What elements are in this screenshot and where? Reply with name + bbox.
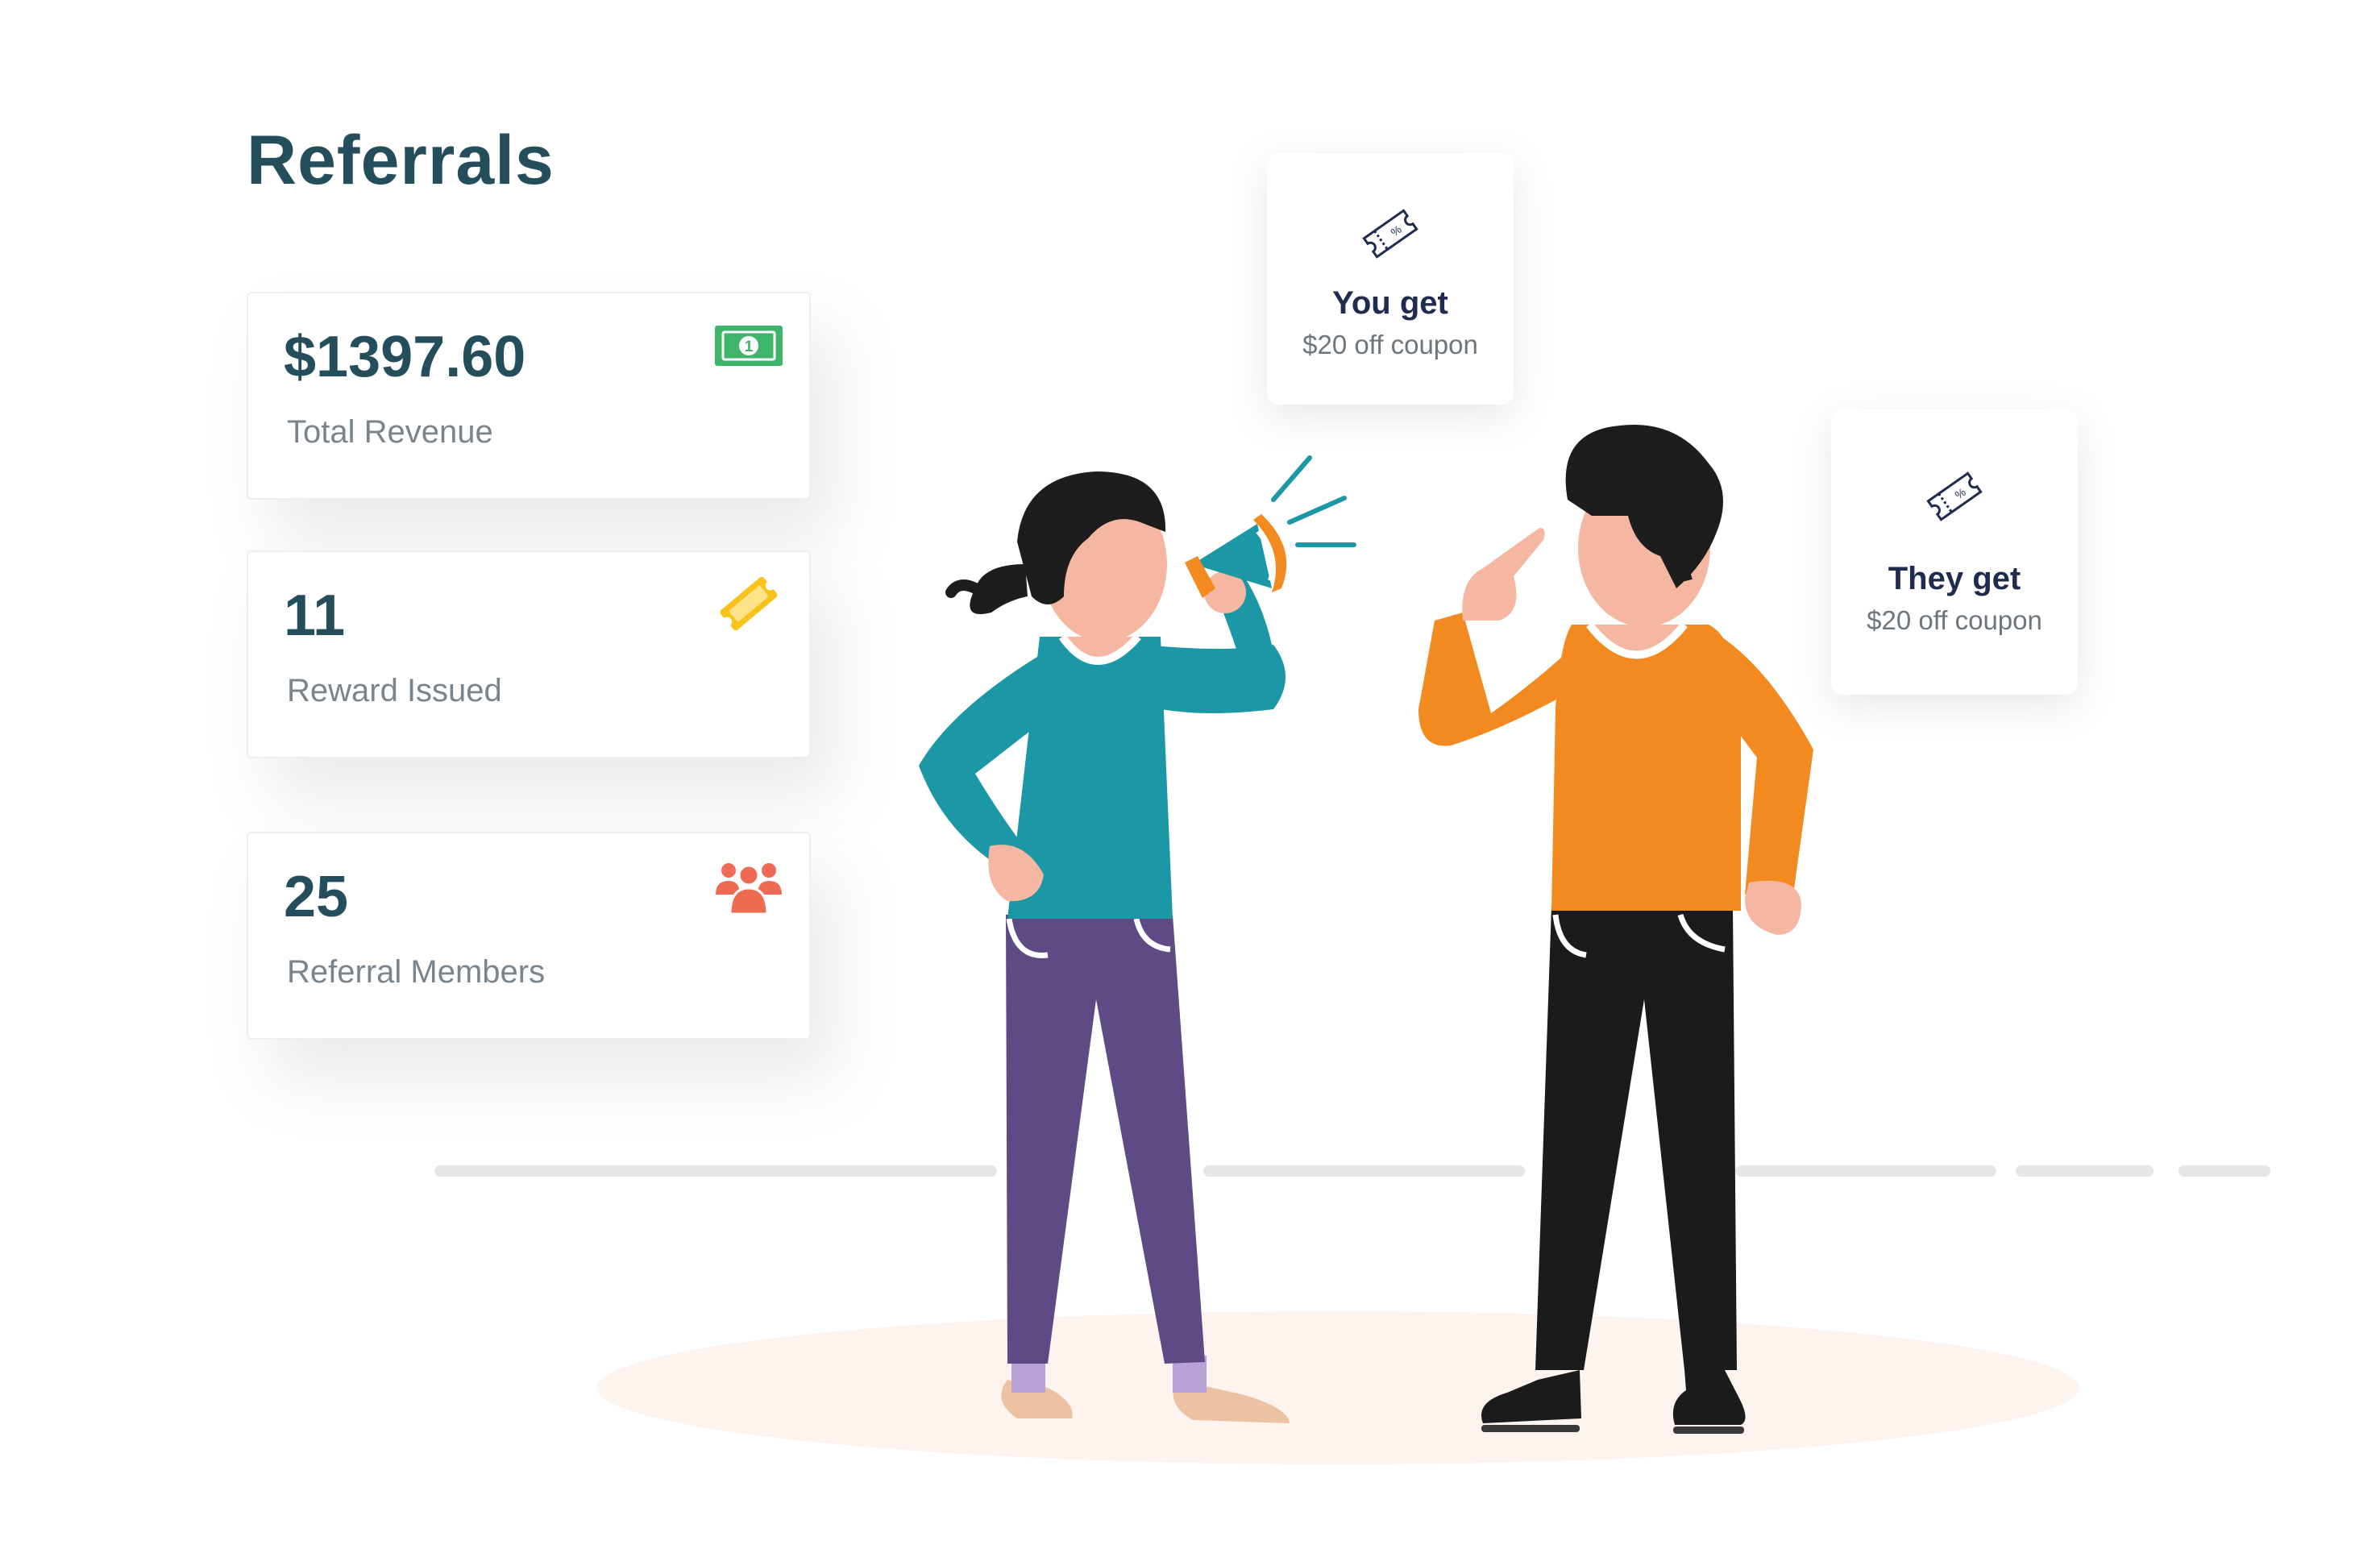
floor-shadow — [596, 1311, 2079, 1464]
man-figure — [1418, 424, 1813, 1434]
woman-figure — [919, 471, 1290, 1423]
referral-illustration — [434, 424, 2270, 1464]
megaphone-icon — [1185, 455, 1356, 598]
